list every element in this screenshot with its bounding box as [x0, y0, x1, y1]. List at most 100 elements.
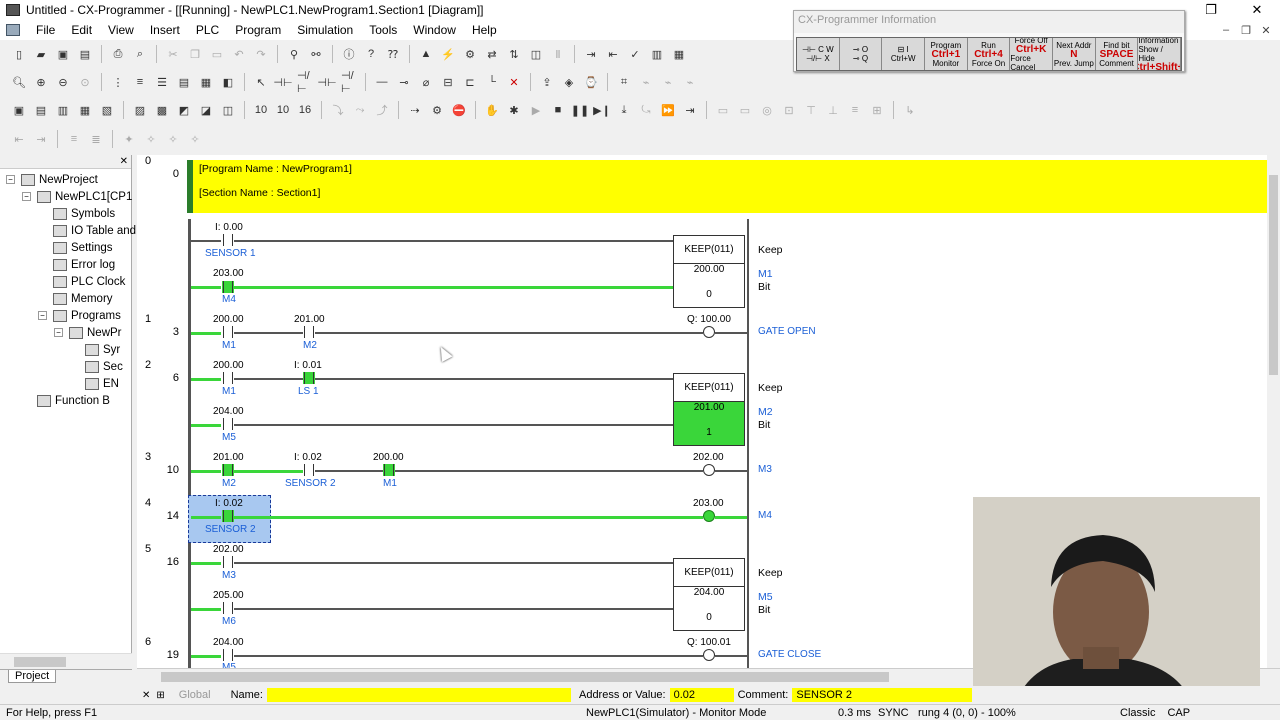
contact-sensor2[interactable] — [222, 510, 234, 522]
align-icon[interactable]: ⊥ — [825, 102, 841, 118]
project-window-icon[interactable]: ▣ — [11, 102, 27, 118]
break-icon[interactable]: ✱ — [506, 102, 522, 118]
contact-m3[interactable] — [222, 556, 234, 568]
maximize-button[interactable]: ❐ — [1188, 0, 1234, 20]
print-icon[interactable]: ⎙ — [110, 46, 126, 62]
tree-item[interactable]: EN — [70, 375, 119, 392]
contact-m1[interactable] — [222, 326, 234, 338]
tree-item[interactable]: Function B — [22, 392, 110, 409]
contact-m5[interactable] — [222, 418, 234, 430]
menu-program[interactable]: Program — [227, 23, 289, 37]
transfer-from-plc-icon[interactable]: ⇤ — [605, 46, 621, 62]
verify-icon[interactable]: ✓ — [627, 46, 643, 62]
properties-icon[interactable]: ▧ — [99, 102, 115, 118]
return-icon[interactable]: ↳ — [902, 102, 918, 118]
menu-view[interactable]: View — [100, 23, 142, 37]
vline-icon[interactable]: ⊏ — [462, 74, 478, 90]
watch-window-icon[interactable]: ▥ — [55, 102, 71, 118]
rung-icon[interactable]: ☰ — [154, 74, 170, 90]
menu-tools[interactable]: Tools — [361, 23, 405, 37]
menu-insert[interactable]: Insert — [142, 23, 188, 37]
menu-help[interactable]: Help — [464, 23, 505, 37]
tree-item[interactable]: − NewPr — [54, 324, 122, 341]
tree-item[interactable]: Settings — [38, 239, 113, 256]
watch-icon[interactable]: ◧ — [220, 74, 236, 90]
run-icon[interactable]: ▶ — [528, 102, 544, 118]
detail-close-icon[interactable]: ✕ — [142, 690, 150, 701]
paste-icon[interactable]: ▭ — [209, 46, 225, 62]
pause-sim-icon[interactable]: ❚❚ — [571, 102, 589, 118]
io-icon[interactable]: ◩ — [176, 102, 192, 118]
continuous-step-icon[interactable]: ⏩ — [660, 102, 676, 118]
contact-m1[interactable] — [222, 372, 234, 384]
tree-item[interactable]: Memory — [38, 290, 113, 307]
timing-icon[interactable]: ⌚ — [583, 74, 599, 90]
output-window-icon[interactable]: ▤ — [33, 102, 49, 118]
contact-nc-icon[interactable]: ⊣/⊢ — [297, 70, 313, 95]
stop-icon[interactable]: ■ — [550, 102, 566, 118]
transfer-to-plc-icon[interactable]: ⇥ — [583, 46, 599, 62]
keep-instruction[interactable]: KEEP(011) 201.00 1 — [673, 373, 745, 446]
hand-icon[interactable]: ✋ — [484, 102, 500, 118]
coil-m3[interactable] — [703, 464, 715, 476]
comment-field[interactable]: SENSOR 2 — [792, 688, 973, 702]
cross-ref-icon[interactable]: ▨ — [132, 102, 148, 118]
address-ref-icon[interactable]: ▦ — [77, 102, 93, 118]
sim-start-icon[interactable]: ⇢ — [407, 102, 423, 118]
tab-project[interactable]: Project — [8, 670, 57, 683]
condition-icon[interactable]: ≡ — [847, 102, 863, 118]
sidebar-hscrollbar[interactable] — [0, 653, 132, 669]
open-icon[interactable]: ▰ — [33, 46, 49, 62]
detail-pin-icon[interactable]: ⊞ — [156, 690, 164, 701]
replace-icon[interactable]: ⚯ — [308, 46, 324, 62]
coil-icon[interactable]: ⊸ — [396, 74, 412, 90]
tree-item[interactable]: − Programs — [38, 307, 121, 324]
tree-toggle-icon[interactable]: − — [38, 311, 47, 320]
contact-m2[interactable] — [222, 464, 234, 476]
auto-online-icon[interactable]: ⚡ — [440, 46, 456, 62]
sim-settings-icon[interactable]: ⚙ — [429, 102, 445, 118]
redo-icon[interactable]: ↷ — [253, 46, 269, 62]
tree-item[interactable]: Symbols — [38, 205, 115, 222]
new-icon[interactable]: ▯ — [11, 46, 27, 62]
pause-icon[interactable]: Ⅱ — [550, 46, 566, 62]
program-icon[interactable]: ▦ — [671, 46, 687, 62]
menu-simulation[interactable]: Simulation — [289, 23, 361, 37]
contact-or-nc-icon[interactable]: ⊣/⊢ — [341, 70, 357, 95]
menu-plc[interactable]: PLC — [188, 23, 227, 37]
signed-icon[interactable]: 10 — [275, 102, 291, 118]
cancel-icon[interactable]: ⌁ — [682, 74, 698, 90]
mnemonic-icon[interactable]: ▤ — [176, 74, 192, 90]
cut-icon[interactable]: ✂ — [165, 46, 181, 62]
indent-right-icon[interactable]: ⇥ — [33, 131, 49, 147]
shortcut-cell[interactable]: Program Ctrl+1 Monitor — [925, 38, 968, 70]
uncomment-block-icon[interactable]: ≣ — [88, 131, 104, 147]
coil-nc-icon[interactable]: ⌀ — [418, 74, 434, 90]
set-icon[interactable]: ⌁ — [638, 74, 654, 90]
tree-toggle-icon[interactable]: − — [22, 192, 31, 201]
coil-gate-close[interactable] — [703, 649, 715, 661]
clear-bookmark-icon[interactable]: ✧ — [187, 131, 203, 147]
shortcut-cell[interactable]: Force Off Ctrl+K Force Cancel — [1010, 38, 1054, 70]
step-out-icon[interactable]: ⤴ — [374, 102, 390, 118]
instruction-icon[interactable]: ⊟ — [440, 74, 456, 90]
contact-m2-nc[interactable] — [303, 326, 315, 338]
comments-icon[interactable]: ≡ — [132, 74, 148, 90]
keep-instruction[interactable]: KEEP(011) 204.00 0 — [673, 558, 745, 631]
address-field[interactable]: 0.02 — [669, 688, 734, 702]
coil-m4[interactable] — [703, 510, 715, 522]
online-icon[interactable]: ▲ — [418, 46, 434, 62]
menu-window[interactable]: Window — [405, 23, 464, 37]
shortcut-cell[interactable]: Next Addr N Prev. Jump — [1053, 38, 1096, 70]
transfer-icon[interactable]: ⇅ — [506, 46, 522, 62]
zoom-icon[interactable]: 🔍︎ — [11, 74, 27, 90]
contact-m4[interactable] — [222, 281, 234, 293]
bp-icon[interactable]: ▭ — [715, 102, 731, 118]
contact-no-icon[interactable]: ⊣⊢ — [273, 74, 292, 90]
contact-sensor1[interactable] — [222, 234, 234, 246]
tree-item[interactable]: PLC Clock — [38, 273, 125, 290]
bp-all-icon[interactable]: ◎ — [759, 102, 775, 118]
monitor-icon[interactable]: ⚙ — [462, 46, 478, 62]
table-icon[interactable]: ▦ — [198, 74, 214, 90]
hline-icon[interactable]: — — [374, 74, 390, 90]
